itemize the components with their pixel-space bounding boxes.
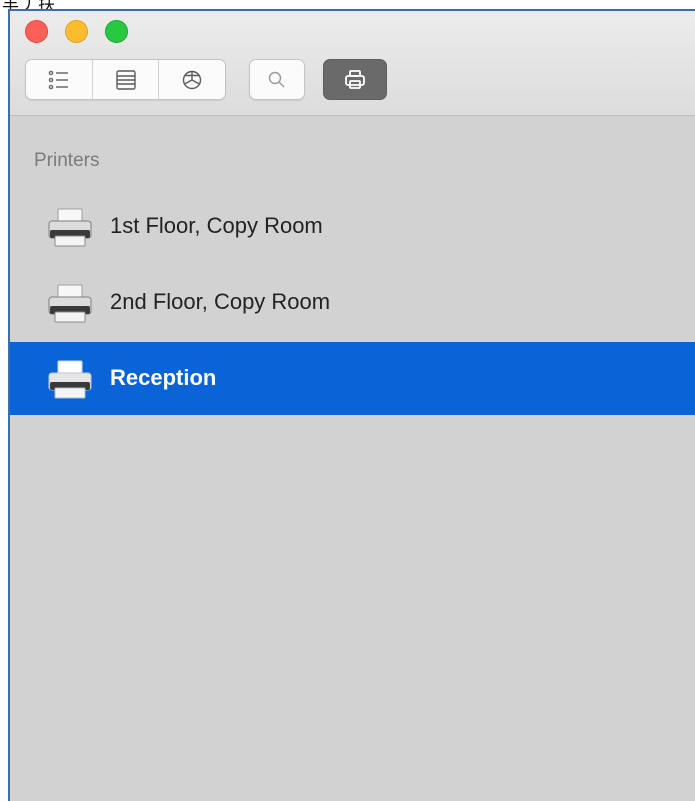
zoom-button[interactable]	[105, 20, 128, 43]
view-segmented-control	[25, 59, 226, 100]
background-app-strip: 丰丿扶	[0, 0, 695, 9]
network-icon	[182, 70, 202, 89]
list-view-icon	[48, 70, 68, 89]
printer-icon	[345, 69, 365, 89]
list-view-button[interactable]	[26, 60, 93, 99]
printer-name: Reception	[110, 365, 217, 390]
printer-row-reception[interactable]: Reception	[10, 342, 695, 415]
printer-name: 1st Floor, Copy Room	[110, 213, 323, 238]
column-view-button[interactable]	[93, 60, 160, 99]
printers-section-header: Printers	[34, 150, 100, 171]
search-button[interactable]	[249, 59, 305, 100]
printer-name: 2nd Floor, Copy Room	[110, 289, 331, 314]
printer-window: Printers 1st Floor, Copy Room 2nd Floor,…	[8, 9, 695, 801]
title-bar	[10, 11, 695, 116]
search-icon	[268, 71, 285, 88]
minimize-button[interactable]	[65, 20, 88, 43]
network-view-button[interactable]	[159, 60, 225, 99]
printer-icon	[48, 360, 92, 399]
printer-row-2nd-floor[interactable]: 2nd Floor, Copy Room	[10, 266, 695, 339]
printer-icon	[48, 284, 92, 323]
printer-icon	[48, 208, 92, 247]
column-view-icon	[115, 69, 136, 90]
close-button[interactable]	[25, 20, 48, 43]
printer-row-1st-floor[interactable]: 1st Floor, Copy Room	[10, 190, 695, 263]
printer-button[interactable]	[323, 59, 387, 100]
sidebar: Printers 1st Floor, Copy Room 2nd Floor,…	[10, 116, 695, 801]
cropped-text: 丰丿扶	[2, 0, 56, 9]
